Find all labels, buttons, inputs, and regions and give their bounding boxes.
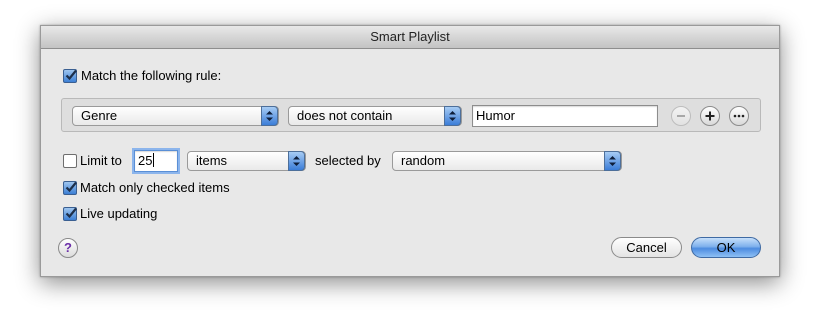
ok-button[interactable]: OK [691,237,761,258]
ellipsis-circle-icon [733,114,745,118]
limit-unit-value: items [196,153,228,168]
rule-value-field[interactable]: Humor [472,105,658,127]
updown-arrows-icon [261,106,278,126]
more-rules-button[interactable] [729,106,749,126]
rule-operator-popup[interactable]: does not contain [288,106,462,126]
checkmark-icon [65,69,77,81]
rule-row: Genre does not contain Humor [61,98,761,132]
limit-count-field[interactable]: 25 [134,150,178,172]
text-cursor [153,153,155,167]
checkmark-icon [65,181,77,193]
match-rule-label: Match the following rule: [81,68,222,83]
cancel-button[interactable]: Cancel [611,237,682,258]
updown-arrows-icon [444,106,461,126]
help-button[interactable]: ? [58,238,78,258]
match-checked-checkbox[interactable] [63,181,77,195]
limit-count-value: 25 [138,153,153,168]
remove-rule-button[interactable] [671,106,691,126]
selected-by-popup[interactable]: random [392,151,622,171]
minus-circle-icon [677,115,685,117]
rule-field-value: Genre [81,108,118,123]
rule-operator-value: does not contain [297,108,393,123]
checkmark-icon [65,207,77,219]
add-rule-button[interactable] [700,106,720,126]
selected-by-value: random [401,153,446,168]
smart-playlist-dialog: Smart Playlist Match the following rule:… [40,25,780,277]
live-updating-checkbox[interactable] [63,207,77,221]
live-updating-label: Live updating [80,206,158,221]
updown-arrows-icon [288,151,305,171]
match-rule-checkbox[interactable] [63,69,77,83]
limit-checkbox[interactable] [63,154,77,168]
plus-circle-icon [705,111,715,121]
updown-arrows-icon [604,151,621,171]
match-checked-label: Match only checked items [80,180,230,195]
limit-unit-popup[interactable]: items [187,151,306,171]
rule-field-popup[interactable]: Genre [72,106,279,126]
limit-label: Limit to [80,153,122,168]
selected-by-label: selected by [315,153,381,168]
window-title: Smart Playlist [41,26,779,49]
